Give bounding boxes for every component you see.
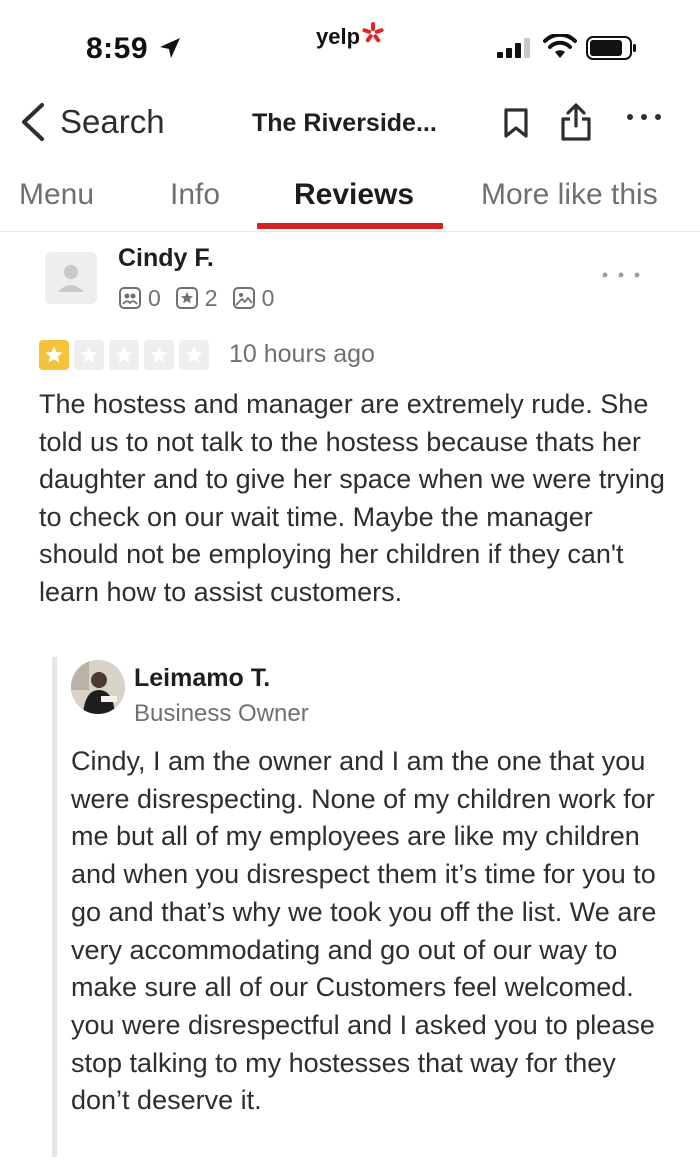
nav-bar: Search The Riverside... [0, 90, 700, 160]
star-icon [74, 340, 104, 370]
avatar[interactable] [71, 660, 125, 714]
tab-reviews[interactable]: Reviews [294, 178, 414, 212]
status-time: 8:59 [86, 32, 149, 65]
reviewer-name[interactable]: Cindy F. [118, 244, 214, 273]
location-arrow-icon [160, 38, 180, 58]
reply-divider [52, 657, 57, 1157]
reviews-stat: 2 [175, 285, 218, 312]
tab-more-like-this[interactable]: More like this [481, 178, 658, 212]
photos-stat: 0 [232, 284, 275, 312]
signal-icon [497, 38, 530, 58]
chevron-left-icon [22, 103, 44, 141]
battery-icon [586, 36, 636, 60]
friends-count: 0 [148, 284, 161, 311]
bookmark-icon[interactable] [501, 107, 531, 139]
star-rating [39, 340, 214, 370]
wifi-icon [543, 34, 577, 58]
tab-menu[interactable]: Menu [19, 178, 94, 212]
more-horizontal-icon[interactable] [624, 110, 664, 124]
avatar[interactable] [45, 252, 97, 304]
review-timestamp: 10 hours ago [229, 340, 375, 368]
more-horizontal-icon[interactable] [600, 270, 642, 280]
back-label: Search [60, 103, 165, 140]
reviews-count: 2 [204, 284, 218, 311]
star-icon [144, 340, 174, 370]
reviewer-stats: 0 2 0 [118, 284, 288, 312]
page-title: The Riverside... [252, 109, 437, 137]
tab-info[interactable]: Info [170, 178, 220, 212]
reply-text: Cindy, I am the owner and I am the one t… [71, 746, 657, 1116]
friends-stat: 0 [118, 285, 161, 312]
owner-role: Business Owner [134, 700, 309, 727]
owner-photo [71, 660, 125, 714]
active-tab-indicator [257, 223, 443, 229]
owner-name[interactable]: Leimamo T. [134, 664, 270, 693]
user-placeholder-icon [58, 265, 84, 292]
star-badge-icon [175, 287, 198, 309]
tab-bar: Menu Info Reviews More like this [0, 160, 700, 232]
status-bar: 8:59 yelp [0, 0, 700, 90]
star-icon [39, 340, 69, 370]
star-icon [179, 340, 209, 370]
back-button[interactable]: Search [18, 100, 165, 144]
yelp-logo: yelp [316, 24, 361, 49]
photos-count: 0 [261, 284, 275, 311]
star-icon [109, 340, 139, 370]
yelp-burst-icon [362, 22, 384, 43]
share-icon[interactable] [558, 102, 594, 142]
friends-icon [119, 287, 141, 309]
photo-icon [232, 287, 255, 309]
review-text: The hostess and manager are extremely ru… [39, 389, 665, 607]
